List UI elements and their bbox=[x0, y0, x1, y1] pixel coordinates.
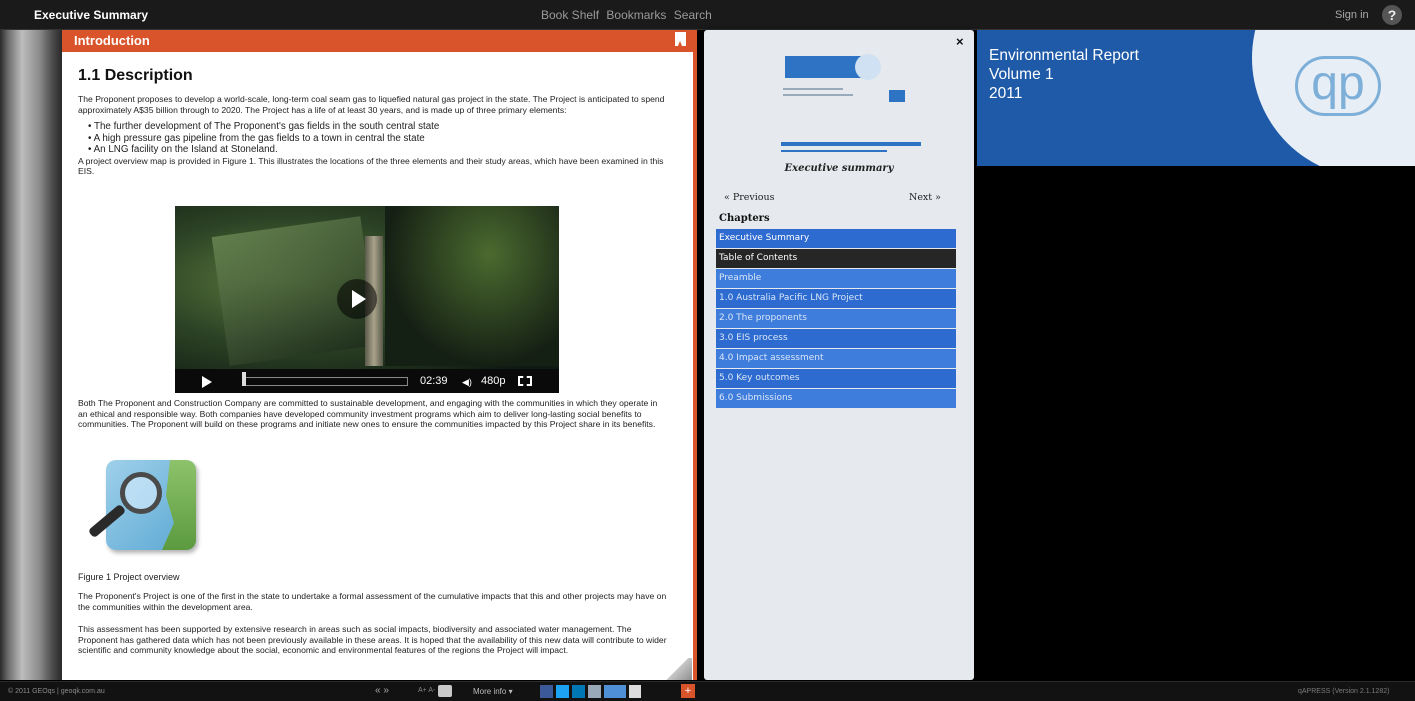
nav-search[interactable]: Search bbox=[674, 8, 712, 22]
chapter-5[interactable]: 5.0 Key outcomes bbox=[716, 369, 956, 388]
list-item: A high pressure gas pipeline from the ga… bbox=[88, 133, 668, 145]
chapter-3[interactable]: 3.0 EIS process bbox=[716, 329, 956, 348]
book-page: Introduction 1.1 Description The Propone… bbox=[62, 30, 697, 680]
page-nav-arrows[interactable]: « » bbox=[375, 685, 389, 696]
section-header: Introduction bbox=[62, 30, 693, 52]
chapter-6[interactable]: 6.0 Submissions bbox=[716, 389, 956, 408]
facebook-icon bbox=[540, 685, 553, 698]
quality-selector[interactable]: 480p bbox=[481, 375, 505, 387]
thumb-shape bbox=[785, 56, 863, 78]
sign-in-link[interactable]: Sign in bbox=[1335, 9, 1369, 21]
page-curl[interactable] bbox=[662, 658, 692, 680]
thumb-shape bbox=[783, 94, 853, 96]
previous-link[interactable]: « Previous bbox=[724, 192, 775, 203]
chapter-executive-summary[interactable]: Executive Summary bbox=[716, 229, 956, 248]
report-cover: Environmental Report Volume 1 2011 qp bbox=[977, 30, 1415, 166]
nav-bookmarks[interactable]: Bookmarks bbox=[606, 8, 666, 22]
chapter-list: Executive Summary Table of Contents Prea… bbox=[716, 229, 956, 409]
map-land bbox=[162, 460, 196, 550]
plus-one-icon bbox=[604, 685, 626, 698]
play-icon[interactable] bbox=[337, 279, 377, 319]
qp-logo: qp bbox=[1295, 56, 1381, 116]
video-frame-layer bbox=[385, 206, 559, 366]
close-icon[interactable]: × bbox=[956, 34, 964, 49]
intro-paragraph: The Proponent proposes to develop a worl… bbox=[78, 94, 665, 115]
cover-thumbnail[interactable] bbox=[777, 50, 922, 160]
chapters-panel: × Executive summary « Previous Next » Ch… bbox=[704, 30, 974, 680]
version-text: qAPRESS (Version 2.1.1282) bbox=[1298, 688, 1390, 695]
list-item: An LNG facility on the Island at Stonela… bbox=[88, 144, 668, 156]
twitter-icon bbox=[556, 685, 569, 698]
linkedin-icon bbox=[572, 685, 585, 698]
help-icon[interactable]: ? bbox=[1382, 5, 1402, 25]
seek-handle[interactable] bbox=[242, 372, 246, 386]
seek-bar[interactable] bbox=[242, 372, 408, 386]
play-button-icon[interactable] bbox=[202, 376, 212, 388]
bottom-bar: © 2011 GEOqs | geoqk.com.au « » A+ A- Mo… bbox=[0, 681, 1415, 701]
cumulative-paragraph: The Proponent's Project is one of the fi… bbox=[78, 591, 667, 612]
cover-volume: Volume 1 bbox=[989, 66, 1054, 83]
map-magnifier-icon[interactable] bbox=[80, 456, 210, 556]
next-link[interactable]: Next » bbox=[909, 192, 941, 203]
top-bar: Executive Summary Book Shelf Bookmarks S… bbox=[0, 0, 1415, 30]
thumb-shape bbox=[781, 150, 887, 152]
fullscreen-icon[interactable] bbox=[518, 376, 532, 386]
cover-title-line: Environmental Report bbox=[989, 47, 1139, 64]
app-title: Executive Summary bbox=[34, 8, 149, 22]
map-paragraph: A project overview map is provided in Fi… bbox=[78, 155, 664, 177]
more-info-button[interactable]: More info ▾ bbox=[473, 687, 513, 696]
nav-bookshelf[interactable]: Book Shelf bbox=[541, 8, 599, 22]
chapter-preamble[interactable]: Preamble bbox=[716, 269, 956, 288]
chapter-4[interactable]: 4.0 Impact assessment bbox=[716, 349, 956, 368]
video-player[interactable]: 02:39 ◀) 480p bbox=[175, 206, 559, 393]
copyright-text: © 2011 GEOqs | geoqk.com.au bbox=[8, 688, 105, 695]
volume-icon[interactable]: ◀) bbox=[462, 377, 472, 387]
chapter-table-of-contents[interactable]: Table of Contents bbox=[716, 249, 956, 268]
video-controls: 02:39 ◀) 480p bbox=[175, 369, 559, 393]
magnifier-lens bbox=[120, 472, 162, 514]
figure-caption: Figure 1 Project overview bbox=[78, 572, 180, 582]
page-content: 1.1 Description The Proponent proposes t… bbox=[78, 66, 668, 183]
chapters-heading: Chapters bbox=[719, 213, 770, 224]
reader-app: Executive Summary Book Shelf Bookmarks S… bbox=[0, 0, 1415, 701]
video-time: 02:39 bbox=[420, 375, 448, 387]
thumb-shape bbox=[783, 88, 843, 90]
add-icon[interactable]: + bbox=[681, 684, 695, 698]
thumb-shape bbox=[889, 90, 905, 102]
research-paragraph: This assessment has been supported by ex… bbox=[78, 624, 667, 656]
thumb-shape bbox=[855, 54, 881, 80]
font-size-controls[interactable]: A+ A- bbox=[418, 687, 435, 694]
thumbnail-title: Executive summary bbox=[784, 163, 894, 174]
cover-title: Environmental Report Volume 1 2011 bbox=[989, 46, 1139, 103]
social-share-icons[interactable] bbox=[540, 685, 641, 698]
elements-list: The further development of The Proponent… bbox=[88, 121, 668, 156]
community-paragraph: Both The Proponent and Construction Comp… bbox=[78, 398, 658, 430]
chapter-2[interactable]: 2.0 The proponents bbox=[716, 309, 956, 328]
share-icons-svg bbox=[540, 685, 641, 698]
cover-year: 2011 bbox=[989, 85, 1023, 102]
print-icon[interactable] bbox=[438, 685, 452, 697]
chapter-1[interactable]: 1.0 Australia Pacific LNG Project bbox=[716, 289, 956, 308]
thumb-shape bbox=[781, 142, 921, 146]
share-count-icon bbox=[629, 685, 641, 698]
top-nav: Book Shelf Bookmarks Search bbox=[541, 8, 716, 22]
page-heading: 1.1 Description bbox=[78, 67, 193, 84]
section-title: Introduction bbox=[74, 33, 150, 48]
list-item: The further development of The Proponent… bbox=[88, 121, 668, 133]
spine-shadow bbox=[40, 30, 62, 680]
bookmark-icon[interactable] bbox=[675, 32, 686, 46]
email-icon bbox=[588, 685, 601, 698]
